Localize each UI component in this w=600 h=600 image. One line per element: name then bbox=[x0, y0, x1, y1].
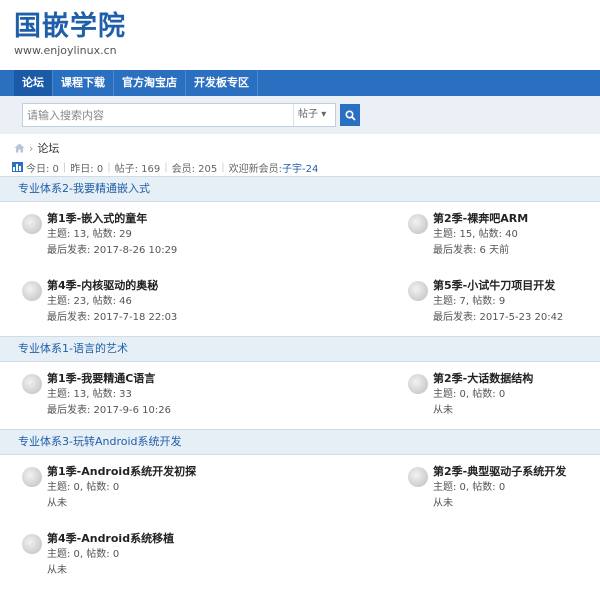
forum-stats-text: 主题: 0, 帖数: 0 bbox=[433, 389, 506, 400]
category-header[interactable]: 专业体系3-玩转Android系统开发 bbox=[0, 429, 600, 455]
forum-stats-text: 主题: 0, 帖数: 0 bbox=[47, 482, 120, 493]
search-bar: 帖子 ▾ bbox=[0, 96, 600, 134]
search-button[interactable] bbox=[340, 104, 360, 126]
forum-last-post: 最后发表: 2017-8-26 10:29 bbox=[47, 245, 178, 256]
forum-last-post: 最后发表: 2017-9-6 10:26 bbox=[47, 405, 171, 416]
forum-last-post: 从未 bbox=[47, 565, 67, 576]
forum-status-icon bbox=[22, 214, 42, 234]
nav-item-taobao-store[interactable]: 官方淘宝店 bbox=[114, 70, 186, 96]
stat-welcome: 欢迎新会员: bbox=[228, 163, 282, 175]
site-logo-title[interactable]: 国嵌学院 bbox=[14, 12, 600, 42]
category-header[interactable]: 专业体系2-我要精通嵌入式 bbox=[0, 176, 600, 202]
forum-stats-text: 主题: 0, 帖数: 0 bbox=[47, 549, 120, 560]
category-header[interactable]: 专业体系1-语言的艺术 bbox=[0, 336, 600, 362]
forum-status-icon bbox=[22, 281, 42, 301]
forum-status-icon bbox=[408, 467, 428, 487]
forum-title-link[interactable]: 第4季-Android系统移植 bbox=[47, 531, 174, 547]
search-icon bbox=[344, 109, 356, 121]
category-language: 专业体系1-语言的艺术 第1季-我要精通C语言 主题: 13, 帖数: 33 最… bbox=[0, 336, 600, 429]
main-nav: 论坛 课程下载 官方淘宝店 开发板专区 bbox=[0, 70, 600, 96]
forum-title-link[interactable]: 第2季-裸奔吧ARM bbox=[433, 211, 528, 227]
forum-title-link[interactable]: 第2季-典型驱动子系统开发 bbox=[433, 464, 566, 480]
forum-last-post: 从未 bbox=[433, 405, 453, 416]
forum-title-link[interactable]: 第5季-小试牛刀项目开发 bbox=[433, 278, 563, 294]
stats-chart-icon bbox=[12, 162, 23, 172]
forum-status-icon bbox=[408, 281, 428, 301]
search-box: 帖子 ▾ bbox=[22, 103, 336, 127]
breadcrumb-separator: › bbox=[29, 141, 34, 155]
breadcrumb: › 论坛 bbox=[0, 138, 600, 158]
site-header: 国嵌学院 www.enjoylinux.cn bbox=[0, 0, 600, 70]
forum-last-post: 从未 bbox=[433, 498, 453, 509]
forum-status-icon bbox=[408, 374, 428, 394]
stat-today: 今日: 0 bbox=[26, 163, 59, 175]
forum-status-icon bbox=[22, 374, 42, 394]
search-type-label: 帖子 bbox=[298, 109, 318, 120]
forum-stats: 今日: 0 | 昨日: 0 | 帖子: 169 | 会员: 205 | 欢迎新会员: 子… bbox=[0, 158, 600, 176]
category-android: 专业体系3-玩转Android系统开发 第1季-Android系统开发初探 主题… bbox=[0, 429, 600, 588]
forum-status-icon bbox=[22, 467, 42, 487]
forum-last-post: 最后发表: 2017-5-23 20:42 bbox=[433, 312, 564, 323]
forum-stats-text: 主题: 15, 帖数: 40 bbox=[433, 229, 518, 240]
forum-item: 第2季-典型驱动子系统开发 主题: 0, 帖数: 0 从未 bbox=[406, 455, 600, 522]
forum-item: 第4季-内核驱动的奥秘 主题: 23, 帖数: 46 最后发表: 2017-7-… bbox=[0, 269, 406, 336]
forum-item: 第5季-小试牛刀项目开发 主题: 7, 帖数: 9 最后发表: 2017-5-2… bbox=[406, 269, 600, 336]
nav-item-forum[interactable]: 论坛 bbox=[14, 70, 53, 96]
forum-stats-text: 主题: 23, 帖数: 46 bbox=[47, 296, 132, 307]
stat-posts: 帖子: 169 bbox=[114, 163, 161, 175]
stat-members: 会员: 205 bbox=[171, 163, 218, 175]
forum-status-icon bbox=[22, 534, 42, 554]
forum-item: 第1季-Android系统开发初探 主题: 0, 帖数: 0 从未 bbox=[0, 455, 406, 522]
stat-yesterday: 昨日: 0 bbox=[70, 163, 104, 175]
forum-title-link[interactable]: 第1季-我要精通C语言 bbox=[47, 371, 171, 387]
nav-item-devboard[interactable]: 开发板专区 bbox=[186, 70, 258, 96]
home-icon[interactable] bbox=[14, 143, 25, 153]
nav-item-course-download[interactable]: 课程下载 bbox=[53, 70, 114, 96]
forum-title-link[interactable]: 第1季-Android系统开发初探 bbox=[47, 464, 196, 480]
forum-title-link[interactable]: 第1季-嵌入式的童年 bbox=[47, 211, 177, 227]
chevron-down-icon: ▾ bbox=[321, 109, 327, 120]
forum-stats-text: 主题: 7, 帖数: 9 bbox=[433, 296, 506, 307]
forum-stats-text: 主题: 13, 帖数: 33 bbox=[47, 389, 132, 400]
forum-title-link[interactable]: 第2季-大话数据结构 bbox=[433, 371, 533, 387]
forum-title-link[interactable]: 第4季-内核驱动的奥秘 bbox=[47, 278, 177, 294]
forum-item: 第1季-我要精通C语言 主题: 13, 帖数: 33 最后发表: 2017-9-… bbox=[0, 362, 406, 429]
forum-item: 第2季-大话数据结构 主题: 0, 帖数: 0 从未 bbox=[406, 362, 600, 429]
newest-member-link[interactable]: 子宇-24 bbox=[282, 160, 318, 175]
forum-status-icon bbox=[408, 214, 428, 234]
forum-last-post: 最后发表: 6 天前 bbox=[433, 245, 510, 256]
forum-last-post: 从未 bbox=[47, 498, 67, 509]
category-embedded: 专业体系2-我要精通嵌入式 第1季-嵌入式的童年 主题: 13, 帖数: 29 … bbox=[0, 176, 600, 336]
breadcrumb-current[interactable]: 论坛 bbox=[37, 140, 59, 156]
forum-item: 第2季-裸奔吧ARM 主题: 15, 帖数: 40 最后发表: 6 天前 bbox=[406, 202, 600, 269]
forum-last-post: 最后发表: 2017-7-18 22:03 bbox=[47, 312, 178, 323]
search-type-select[interactable]: 帖子 ▾ bbox=[293, 104, 335, 126]
forum-stats-text: 主题: 0, 帖数: 0 bbox=[433, 482, 506, 493]
forum-stats-text: 主题: 13, 帖数: 29 bbox=[47, 229, 132, 240]
forum-item: 第4季-Android系统移植 主题: 0, 帖数: 0 从未 bbox=[0, 522, 406, 588]
forum-item: 第1季-嵌入式的童年 主题: 13, 帖数: 29 最后发表: 2017-8-2… bbox=[0, 202, 406, 269]
site-logo-url: www.enjoylinux.cn bbox=[14, 44, 117, 57]
search-input[interactable] bbox=[23, 104, 293, 126]
